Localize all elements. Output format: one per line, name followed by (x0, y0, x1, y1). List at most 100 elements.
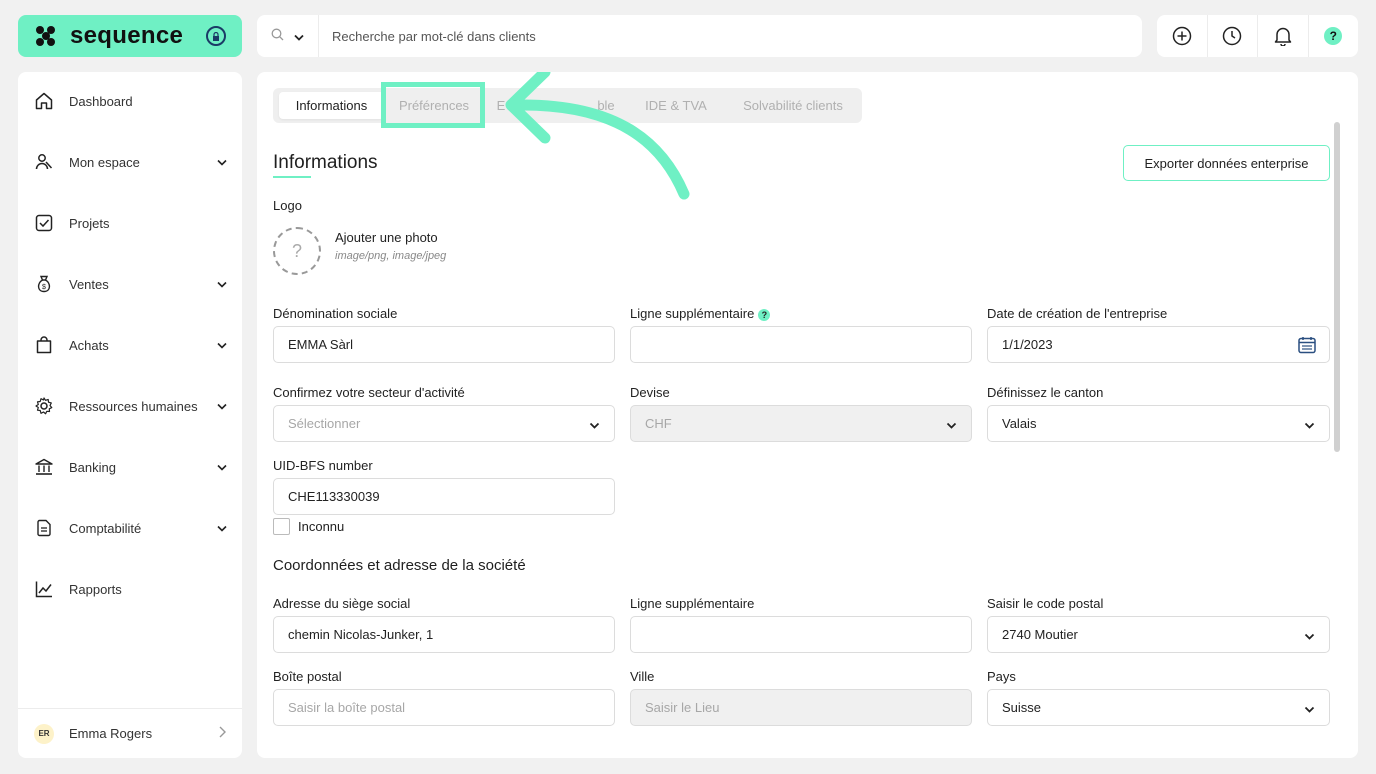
user-profile[interactable]: ER Emma Rogers (18, 708, 242, 758)
clock-icon (1223, 26, 1242, 46)
sidebar-item-label: Achats (69, 337, 109, 353)
secteur-select[interactable]: Sélectionner (273, 405, 615, 442)
sidebar-item-label: Ressources humaines (69, 398, 198, 414)
add-photo-title[interactable]: Ajouter une photo (335, 230, 438, 245)
code-postal-select[interactable]: 2740 Moutier (987, 616, 1330, 653)
boite-postal-label: Boîte postal (273, 669, 342, 684)
page-title: Informations (273, 152, 378, 173)
ligne-supplementaire-field[interactable] (630, 326, 972, 363)
inconnu-label: Inconnu (298, 519, 345, 534)
ville-label: Ville (630, 669, 655, 684)
people-icon (34, 152, 54, 172)
chevron-down-icon (216, 525, 228, 532)
ville-field[interactable]: Saisir le Lieu (630, 689, 972, 726)
user-name: Emma Rogers (69, 726, 153, 741)
sidebar-item-label: Ventes (69, 276, 109, 292)
sequence-logo-icon (36, 26, 56, 46)
main-panel: Informations Préférences E ble IDE & TVA… (257, 72, 1358, 758)
ligne-supplementaire-label: Ligne supplémentaire? (630, 306, 771, 321)
chevron-down-icon (294, 29, 304, 44)
sidebar: Dashboard Mon espace Projets $ Ventes Ac… (18, 72, 242, 758)
search-scope-selector[interactable] (257, 15, 319, 57)
checkbox-icon (34, 213, 54, 233)
canton-label: Définissez le canton (987, 385, 1104, 400)
chevron-down-icon (1304, 418, 1315, 433)
avatar: ER (34, 723, 54, 744)
search-input[interactable] (319, 28, 1142, 44)
inconnu-checkbox[interactable] (273, 518, 290, 535)
search-bar (257, 15, 1142, 57)
chevron-down-icon (1304, 702, 1315, 717)
tab-highlight-box (381, 82, 485, 128)
sidebar-item-banking[interactable]: Banking (18, 447, 242, 487)
home-icon (34, 91, 54, 111)
canton-select[interactable]: Valais (987, 405, 1330, 442)
sidebar-item-dashboard[interactable]: Dashboard (18, 81, 242, 121)
sidebar-item-ventes[interactable]: $ Ventes (18, 264, 242, 304)
sidebar-item-label: Rapports (69, 581, 122, 597)
chevron-down-icon (216, 159, 228, 166)
add-button[interactable] (1157, 15, 1208, 57)
siege-field[interactable]: chemin Nicolas-Junker, 1 (273, 616, 615, 653)
chevron-down-icon (1304, 629, 1315, 644)
question-mark-icon: ? (291, 240, 302, 261)
export-button[interactable]: Exporter données enterprise (1123, 145, 1330, 181)
search-icon (271, 28, 284, 44)
tab-solvabilite-clients[interactable]: Solvabilité clients (733, 92, 853, 119)
shopping-bag-icon (34, 335, 54, 355)
pays-select[interactable]: Suisse (987, 689, 1330, 726)
sidebar-item-comptabilite[interactable]: Comptabilité (18, 508, 242, 548)
sidebar-item-label: Banking (69, 459, 116, 475)
money-bag-icon: $ (34, 274, 54, 294)
devise-label: Devise (630, 385, 670, 400)
curved-arrow-icon (505, 72, 690, 200)
logo-label: Logo (273, 198, 302, 213)
sidebar-item-label: Mon espace (69, 154, 140, 170)
chevron-down-icon (216, 464, 228, 471)
chevron-down-icon (589, 418, 600, 433)
top-actions: ? (1157, 15, 1358, 57)
secteur-label: Confirmez votre secteur d'activité (273, 385, 465, 400)
uid-field[interactable]: CHE113330039 (273, 478, 615, 515)
document-icon (34, 518, 54, 538)
denomination-label: Dénomination sociale (273, 306, 398, 321)
sidebar-item-projets[interactable]: Projets (18, 203, 242, 243)
title-underline (273, 176, 311, 178)
sidebar-item-label: Projets (69, 215, 110, 231)
date-creation-field[interactable]: 1/1/2023 (987, 326, 1330, 363)
gear-icon (34, 396, 54, 416)
calendar-icon[interactable] (1297, 335, 1317, 358)
chevron-down-icon (946, 418, 957, 433)
lock-icon[interactable] (206, 26, 226, 46)
bell-icon (1274, 27, 1291, 46)
sidebar-item-ressources-humaines[interactable]: Ressources humaines (18, 386, 242, 426)
sidebar-item-rapports[interactable]: Rapports (18, 569, 242, 609)
code-postal-label: Saisir le code postal (987, 596, 1104, 611)
bank-icon (34, 457, 54, 477)
date-creation-label: Date de création de l'entreprise (987, 306, 1168, 321)
scrollbar[interactable] (1334, 122, 1340, 452)
ligne-supplementaire-2-label: Ligne supplémentaire (630, 596, 755, 611)
devise-select[interactable]: CHF (630, 405, 972, 442)
help-icon: ? (1324, 27, 1343, 45)
boite-postal-field[interactable]: Saisir la boîte postal (273, 689, 615, 726)
help-icon[interactable]: ? (758, 308, 771, 321)
history-button[interactable] (1208, 15, 1258, 57)
tab-informations[interactable]: Informations (279, 92, 384, 119)
notifications-button[interactable] (1258, 15, 1309, 57)
svg-text:$: $ (42, 284, 46, 291)
chevron-down-icon (216, 403, 228, 410)
help-button[interactable]: ? (1309, 15, 1359, 57)
photo-upload-button[interactable]: ? (273, 227, 321, 275)
brand-name: sequence (70, 22, 184, 49)
uid-label: UID-BFS number (273, 458, 373, 473)
plus-circle-icon (1172, 26, 1191, 46)
ligne-supplementaire-2-field[interactable] (630, 616, 972, 653)
sidebar-item-achats[interactable]: Achats (18, 325, 242, 365)
address-section-title: Coordonnées et adresse de la société (273, 557, 526, 574)
brand-logo[interactable]: sequence (18, 15, 242, 57)
sidebar-item-mon-espace[interactable]: Mon espace (18, 142, 242, 182)
chevron-right-icon (219, 726, 226, 741)
denomination-field[interactable]: EMMA Sàrl (273, 326, 615, 363)
photo-formats: image/png, image/jpeg (335, 250, 447, 262)
